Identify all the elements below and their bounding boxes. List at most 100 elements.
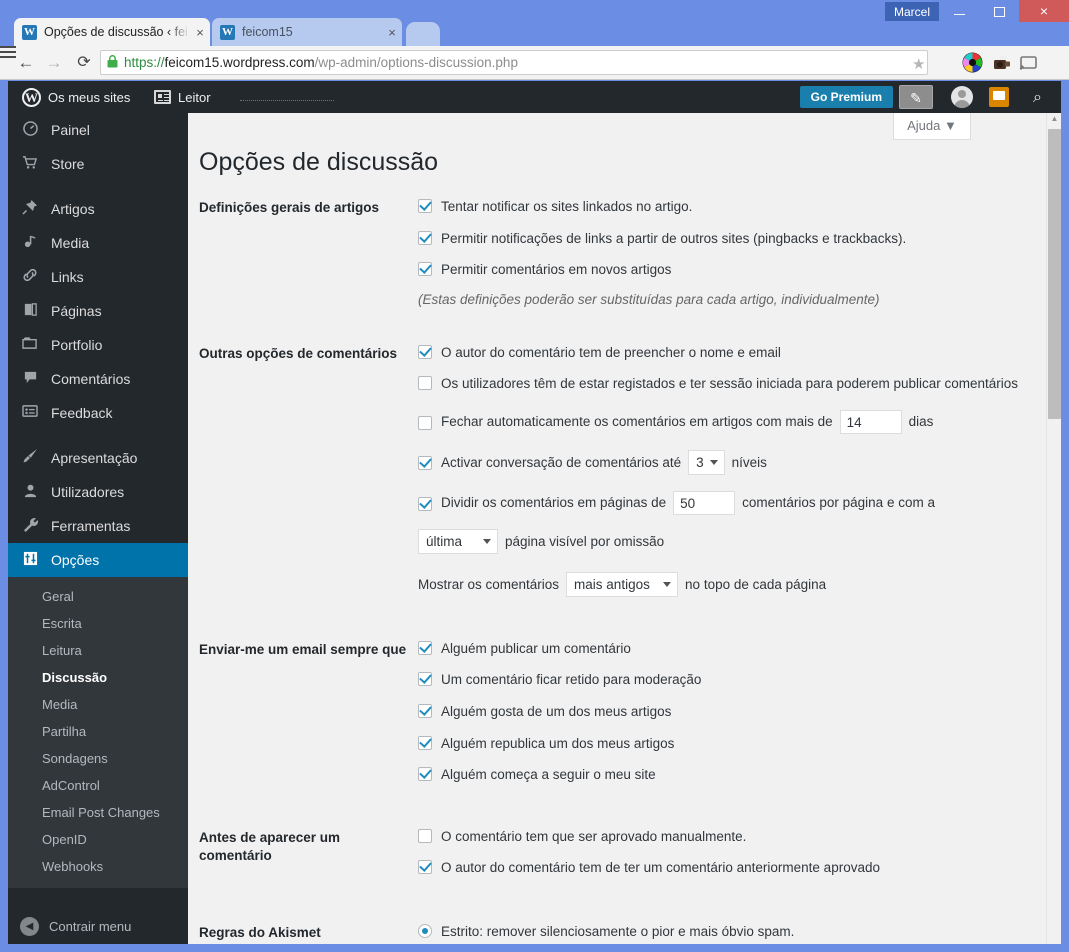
- checkbox-paginate-comments[interactable]: [418, 496, 432, 511]
- option-row-comment-order[interactable]: Mostrar os comentários mais antigos no t…: [418, 571, 1061, 597]
- sidebar-item-apresentacao[interactable]: Apresentação: [8, 441, 188, 475]
- option-row[interactable]: Estrito: remover silenciosamente o pior …: [418, 922, 1061, 942]
- forward-icon[interactable]: →: [42, 51, 66, 75]
- checkbox-email-comment-posted[interactable]: [418, 640, 432, 655]
- sidebar-item-comentarios[interactable]: Comentários: [8, 362, 188, 396]
- cast-icon[interactable]: [1018, 52, 1040, 74]
- color-wheel-extension-icon[interactable]: [962, 52, 984, 74]
- sidebar-item-links[interactable]: Links: [8, 260, 188, 294]
- search-icon[interactable]: ⌕: [1028, 88, 1047, 107]
- option-row-paginate-comments[interactable]: Dividir os comentários em páginas de 50 …: [418, 490, 1061, 515]
- bookmark-star-icon[interactable]: ★: [912, 55, 925, 73]
- notifications-icon[interactable]: [989, 87, 1009, 107]
- new-post-pencil-icon[interactable]: ✎: [899, 85, 933, 109]
- submenu-item-webhooks[interactable]: Webhooks: [8, 853, 188, 880]
- option-row[interactable]: Alguém começa a seguir o meu site: [418, 765, 1061, 785]
- option-row[interactable]: Tentar notificar os sites linkados no ar…: [418, 197, 1061, 217]
- sidebar-item-painel[interactable]: Painel: [8, 113, 188, 147]
- option-row[interactable]: O comentário tem que ser aprovado manual…: [418, 827, 1061, 847]
- checkbox-email-post-liked[interactable]: [418, 703, 432, 718]
- option-row[interactable]: Um comentário ficar retido para moderaçã…: [418, 670, 1061, 690]
- submenu-item-geral[interactable]: Geral: [8, 583, 188, 610]
- browser-tab-background[interactable]: W feicom15 ×: [212, 18, 402, 46]
- browser-tab-active[interactable]: W Opções de discussão ‹ fei ×: [14, 18, 210, 46]
- option-row[interactable]: Alguém republica um dos meus artigos: [418, 734, 1061, 754]
- submenu-item-leitura[interactable]: Leitura: [8, 637, 188, 664]
- checkbox-close-comments-auto[interactable]: [418, 415, 432, 430]
- admin-sidebar: Painel Store Artigos Media Links Páginas…: [8, 113, 196, 944]
- submenu-item-sondagens[interactable]: Sondagens: [8, 745, 188, 772]
- paintbrush-icon: [20, 448, 40, 468]
- sidebar-item-opcoes[interactable]: Opções: [8, 543, 196, 577]
- checkbox-threaded-comments[interactable]: [418, 456, 432, 471]
- sidebar-item-utilizadores[interactable]: Utilizadores: [8, 475, 188, 509]
- back-icon[interactable]: ←: [14, 51, 38, 75]
- threaded-levels-select[interactable]: 3: [688, 449, 725, 475]
- adminbar-my-sites[interactable]: W Os meus sites: [14, 81, 138, 113]
- submenu-item-partilha[interactable]: Partilha: [8, 718, 188, 745]
- scroll-up-arrow-icon[interactable]: ▲: [1047, 113, 1061, 127]
- option-row-default-page[interactable]: última página visível por omissão: [418, 528, 1061, 554]
- page-scrollbar[interactable]: ▲: [1046, 113, 1061, 944]
- default-page-select[interactable]: última: [418, 528, 498, 554]
- help-tab-button[interactable]: Ajuda ▼: [893, 113, 971, 140]
- submenu-item-discussao[interactable]: Discussão: [8, 664, 188, 691]
- checkbox-email-post-reblogged[interactable]: [418, 735, 432, 750]
- sidebar-item-portfolio[interactable]: Portfolio: [8, 328, 188, 362]
- tab-close-icon[interactable]: ×: [382, 25, 402, 40]
- adminbar-reader[interactable]: Leitor: [146, 81, 219, 113]
- option-row[interactable]: Alguém publicar um comentário: [418, 639, 1061, 659]
- sidebar-item-store[interactable]: Store: [8, 147, 188, 181]
- checkbox-require-name-email[interactable]: [418, 344, 432, 359]
- scrollbar-thumb[interactable]: [1048, 129, 1061, 419]
- sidebar-item-paginas[interactable]: Páginas: [8, 294, 188, 328]
- tab-strip: W Opções de discussão ‹ fei × W feicom15…: [0, 18, 1069, 46]
- sidebar-item-artigos[interactable]: Artigos: [8, 192, 188, 226]
- option-label: O autor do comentário tem de ter um come…: [441, 860, 880, 876]
- option-row[interactable]: Os utilizadores têm de estar registados …: [418, 374, 1061, 394]
- option-label-suffix: níveis: [731, 454, 767, 470]
- checkbox-email-comment-moderation[interactable]: [418, 672, 432, 687]
- submenu-item-escrita[interactable]: Escrita: [8, 610, 188, 637]
- checkbox-manual-approval[interactable]: [418, 828, 432, 843]
- checkbox-allow-comments-new-posts[interactable]: [418, 262, 432, 277]
- close-comments-days-input[interactable]: 14: [839, 409, 902, 434]
- option-row[interactable]: Alguém gosta de um dos meus artigos: [418, 702, 1061, 722]
- checkbox-require-registration[interactable]: [418, 376, 432, 391]
- sidebar-item-media[interactable]: Media: [8, 226, 188, 260]
- radio-akismet-strict[interactable]: [418, 923, 432, 938]
- option-row[interactable]: Permitir comentários em novos artigos: [418, 260, 1061, 280]
- submenu-item-openid[interactable]: OpenID: [8, 826, 188, 853]
- sidebar-item-feedback[interactable]: Feedback: [8, 396, 188, 430]
- collapse-menu-button[interactable]: ◀ Contrair menu: [8, 908, 188, 944]
- avatar[interactable]: [951, 86, 973, 108]
- reader-icon: [154, 90, 171, 104]
- section-body: O autor do comentário tem de preencher o…: [418, 327, 1061, 597]
- reload-icon[interactable]: ⟳: [72, 51, 96, 75]
- minimize-icon: [953, 14, 965, 16]
- checkbox-previously-approved[interactable]: [418, 860, 432, 875]
- checkbox-email-new-follower[interactable]: [418, 767, 432, 782]
- address-bar[interactable]: https://feicom15.wordpress.com/wp-admin/…: [100, 50, 928, 75]
- comment-order-select[interactable]: mais antigos: [566, 571, 679, 597]
- new-tab-button[interactable]: [406, 22, 440, 46]
- sidebar-item-ferramentas[interactable]: Ferramentas: [8, 509, 188, 543]
- checkbox-allow-pingbacks[interactable]: [418, 230, 432, 245]
- screen-capture-extension-icon[interactable]: [992, 52, 1014, 74]
- comments-per-page-input[interactable]: 50: [673, 490, 736, 515]
- tab-close-icon[interactable]: ×: [190, 25, 210, 40]
- option-row[interactable]: O autor do comentário tem de preencher o…: [418, 343, 1061, 363]
- option-row[interactable]: O autor do comentário tem de ter um come…: [418, 858, 1061, 878]
- option-row-threaded-comments[interactable]: Activar conversação de comentários até 3…: [418, 449, 1061, 475]
- submenu-item-adcontrol[interactable]: AdControl: [8, 772, 188, 799]
- section-body: O comentário tem que ser aprovado manual…: [418, 811, 1061, 878]
- media-icon: [20, 234, 40, 253]
- submenu-item-email-post-changes[interactable]: Email Post Changes: [8, 799, 188, 826]
- option-row[interactable]: Permitir notificações de links a partir …: [418, 229, 1061, 249]
- comment-bubble-icon: [20, 370, 40, 389]
- option-label-suffix: comentários por página e com a: [742, 495, 935, 511]
- checkbox-notify-linked-sites[interactable]: [418, 199, 432, 213]
- option-row-close-comments[interactable]: Fechar automaticamente os comentários em…: [418, 409, 1061, 434]
- go-premium-button[interactable]: Go Premium: [799, 86, 893, 108]
- submenu-item-media[interactable]: Media: [8, 691, 188, 718]
